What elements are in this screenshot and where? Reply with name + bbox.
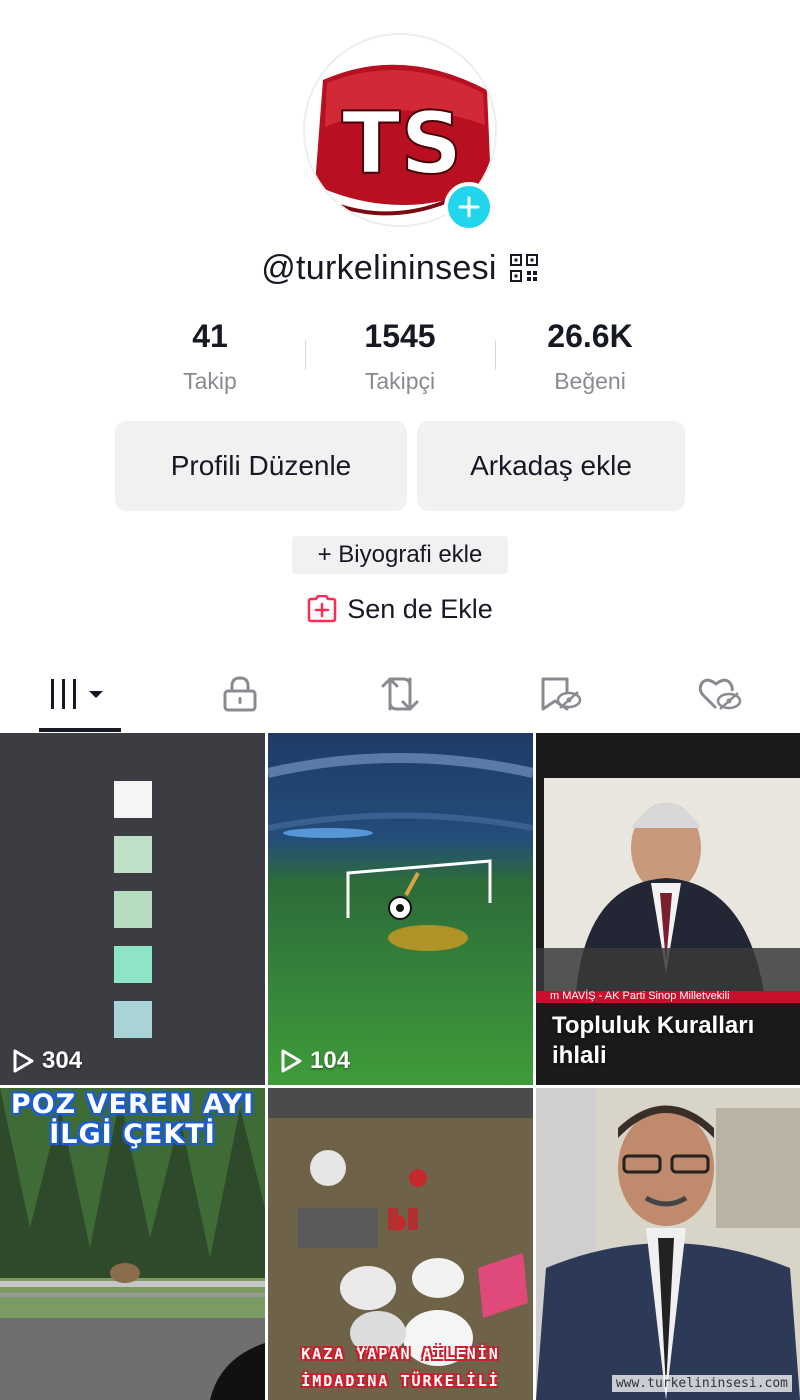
videos-grid-icon <box>51 679 103 709</box>
video-tile[interactable]: KAZA YAPAN AİLENİN İMDADINA TÜRKELİLİ <box>268 1088 533 1400</box>
username: @turkelininsesi <box>261 248 497 287</box>
stat-following[interactable]: 41 Takip <box>115 316 305 406</box>
stat-followers-label: Takipçi <box>364 368 436 394</box>
stat-following-label: Takip <box>183 368 237 394</box>
add-yours-label: Sen de Ekle <box>347 593 493 624</box>
video-tile[interactable]: m MAVİŞ - AK Parti Sinop Milletvekili To… <box>536 733 800 1085</box>
video-tile[interactable]: 104 <box>268 733 533 1085</box>
stat-followers[interactable]: 1545 Takipçi <box>305 316 495 406</box>
profile-avatar-container[interactable]: TS <box>303 33 497 232</box>
community-guidelines-notice: Topluluk Kuralları ihlali <box>552 1012 755 1069</box>
profile-stats: 41 Takip 1545 Takipçi 26.6K Beğeni <box>115 316 685 406</box>
play-icon <box>13 1049 34 1073</box>
video-caption-line1: POZ VEREN AYI <box>10 1089 255 1120</box>
site-watermark: www.turkelininsesi.com <box>611 1375 792 1392</box>
stat-followers-value: 1545 <box>364 318 436 354</box>
video-grid: 304 104 m MAVİŞ - AK Parti Sinop Milletv… <box>0 733 800 1400</box>
liked-hidden-icon <box>698 678 742 710</box>
add-bio-button[interactable]: + Biyografi ekle <box>292 536 508 574</box>
video-tile[interactable]: POZ VEREN AYI İLGİ ÇEKTİ <box>0 1088 265 1400</box>
video-thumbnail <box>536 1088 800 1400</box>
news-ticker-text: m MAVİŞ - AK Parti Sinop Milletvekili <box>550 990 730 1002</box>
video-thumbnail <box>268 733 533 1085</box>
stat-likes-label: Beğeni <box>554 368 626 394</box>
play-count-value: 104 <box>310 1047 351 1074</box>
favorites-hidden-icon <box>541 677 582 711</box>
add-yours-icon <box>307 595 337 623</box>
edit-profile-button[interactable]: Profili Düzenle <box>115 421 407 511</box>
news-ticker: m MAVİŞ - AK Parti Sinop Milletvekili <box>536 990 800 1003</box>
plus-icon <box>458 196 480 218</box>
video-tile[interactable]: 304 <box>0 733 265 1085</box>
add-avatar-button[interactable] <box>444 182 494 232</box>
stat-likes[interactable]: 26.6K Beğeni <box>495 316 685 406</box>
video-caption-line2: İLGİ ÇEKTİ <box>49 1119 216 1150</box>
play-count: 304 <box>12 1047 82 1075</box>
lock-icon <box>223 676 257 712</box>
video-thumbnail <box>0 733 265 1085</box>
add-yours-button[interactable]: Sen de Ekle <box>0 588 800 630</box>
play-icon <box>281 1049 302 1073</box>
tab-reposts[interactable] <box>320 656 480 732</box>
tab-private[interactable] <box>160 656 320 732</box>
play-count: 104 <box>280 1047 350 1075</box>
qr-code-icon[interactable] <box>509 253 539 283</box>
profile-actions: Profili Düzenle Arkadaş ekle <box>115 421 685 511</box>
username-row: @turkelininsesi <box>0 246 800 290</box>
video-tile[interactable] <box>536 1088 800 1400</box>
profile-tabs <box>0 656 800 732</box>
repost-icon <box>381 677 419 711</box>
play-count-value: 304 <box>42 1047 83 1074</box>
tab-videos[interactable] <box>0 656 160 732</box>
video-caption-line1: KAZA YAPAN AİLENİN <box>301 1345 500 1363</box>
tab-favorites[interactable] <box>480 656 640 732</box>
avatar-logo-text: TS <box>342 94 463 194</box>
tab-liked[interactable] <box>640 656 800 732</box>
stat-likes-value: 26.6K <box>547 318 633 354</box>
add-friend-button[interactable]: Arkadaş ekle <box>417 421 685 511</box>
video-caption-line2: İMDADINA TÜRKELİLİ <box>301 1372 500 1390</box>
stat-following-value: 41 <box>192 318 228 354</box>
